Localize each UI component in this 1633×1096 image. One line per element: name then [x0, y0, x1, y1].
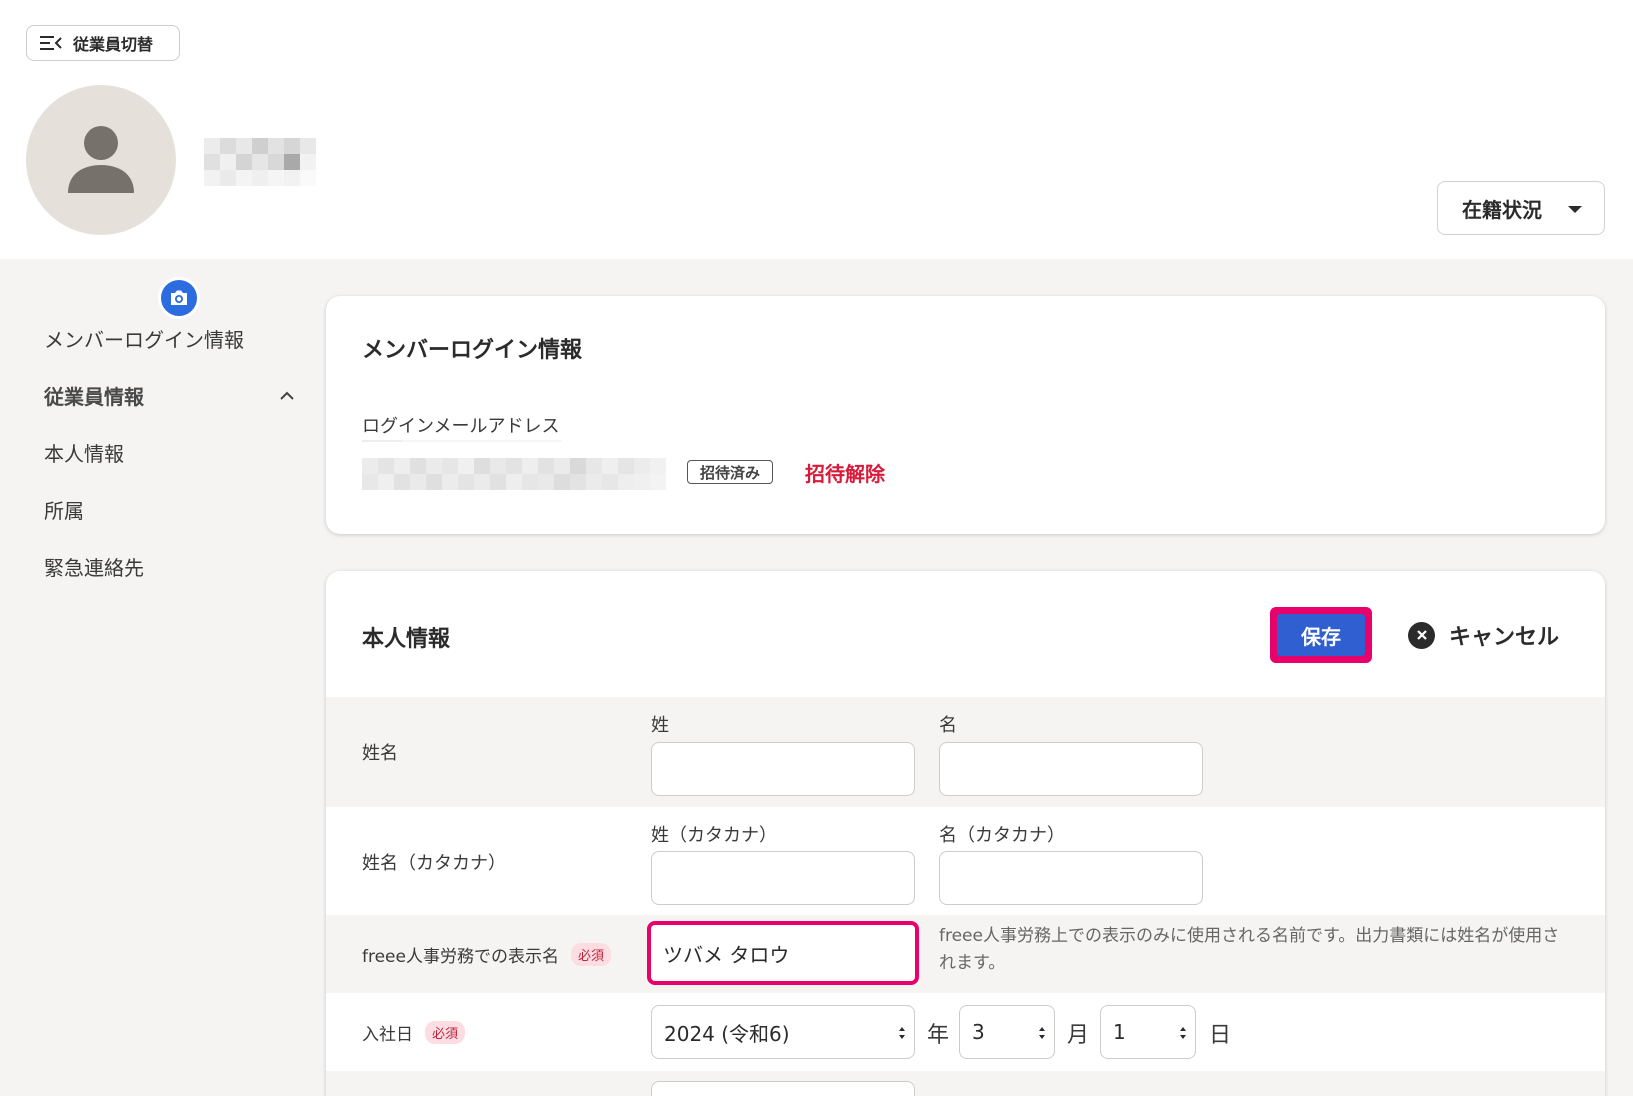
cancel-button[interactable]: キャンセル [1408, 619, 1559, 651]
login-email-label: ログインメールアドレス [362, 416, 560, 437]
sidebar-nav: メンバーログイン情報 従業員情報 本人情報 所属 緊急連絡先 [44, 310, 294, 595]
member-login-card: メンバーログイン情報 ログインメールアドレス 招待済み 招待解除 [326, 296, 1605, 534]
last-name-label: 姓 [651, 715, 669, 736]
employment-status-dropdown[interactable]: 在籍状況 [1437, 181, 1605, 235]
person-icon [68, 126, 134, 193]
cancel-button-label: キャンセル [1449, 625, 1560, 650]
menu-collapse-icon [40, 36, 62, 50]
spinner-arrows-icon [899, 1027, 905, 1039]
login-email-redacted [362, 458, 667, 490]
personal-info-card: 本人情報 保存 キャンセル 姓名 姓 名 姓名（カタカナ） 姓（カタカナ） 名（… [326, 571, 1605, 1096]
hire-date-row: 入社日 必須 2024 (令和6) 年 3 月 1 日 [326, 993, 1605, 1071]
month-unit: 月 [1067, 1023, 1090, 1048]
hire-year-value: 2024 (令和6) [664, 1021, 790, 1046]
employee-switch-label: 従業員切替 [73, 35, 154, 54]
next-field-row [326, 1071, 1605, 1096]
hire-day-select[interactable]: 1 [1100, 1005, 1196, 1059]
first-name-input[interactable] [939, 742, 1203, 796]
close-circle-icon [1408, 621, 1435, 649]
sidebar-item-label: 本人情報 [44, 442, 124, 466]
kana-name-row: 姓名（カタカナ） 姓（カタカナ） 名（カタカナ） [326, 807, 1605, 915]
avatar [26, 85, 200, 319]
hire-day-value: 1 [1113, 1020, 1126, 1044]
label-underline [362, 440, 562, 442]
day-unit: 日 [1209, 1023, 1232, 1048]
last-name-kana-label: 姓（カタカナ） [651, 825, 777, 846]
save-button[interactable]: 保存 [1270, 607, 1372, 663]
sidebar-item-label: メンバーログイン情報 [44, 328, 244, 352]
spinner-arrows-icon [1039, 1027, 1045, 1039]
name-row-label: 姓名 [362, 739, 398, 765]
display-name-label-text: freee人事労務での表示名 [362, 947, 559, 967]
kana-row-label: 姓名（カタカナ） [362, 849, 506, 875]
name-row: 姓名 姓 名 [326, 697, 1605, 807]
sidebar-item-employee-info[interactable]: 従業員情報 [44, 367, 294, 424]
sidebar-item-label: 緊急連絡先 [44, 556, 144, 580]
employment-status-label: 在籍状況 [1462, 197, 1542, 222]
chevron-up-icon [280, 391, 294, 400]
sidebar-item-personal-info[interactable]: 本人情報 [44, 424, 294, 481]
hire-date-row-label: 入社日 必須 [362, 1020, 466, 1045]
first-name-kana-label: 名（カタカナ） [939, 825, 1065, 846]
kana-label-text: 姓名（カタカナ） [362, 853, 506, 874]
required-badge: 必須 [425, 1021, 466, 1044]
caret-down-icon [1568, 206, 1582, 213]
display-name-hint: freee人事労務上での表示のみに使用される名前です。出力書類には姓名が使用され… [939, 926, 1560, 973]
employee-switch-button[interactable]: 従業員切替 [26, 25, 180, 61]
invitation-status-badge: 招待済み [687, 460, 774, 484]
first-name-label: 名 [939, 715, 957, 736]
sidebar-item-affiliation[interactable]: 所属 [44, 481, 294, 538]
name-label-text: 姓名 [362, 743, 398, 764]
member-login-title: メンバーログイン情報 [362, 338, 583, 363]
camera-icon [171, 290, 187, 305]
last-name-input[interactable] [651, 742, 915, 796]
personal-info-title: 本人情報 [362, 627, 451, 652]
first-name-kana-input[interactable] [939, 851, 1203, 905]
required-badge: 必須 [570, 943, 611, 966]
sidebar-item-label: 従業員情報 [44, 385, 144, 409]
hire-year-select[interactable]: 2024 (令和6) [651, 1005, 915, 1059]
employee-name-redacted [204, 138, 316, 188]
spinner-arrows-icon [1180, 1027, 1186, 1039]
display-name-row: freee人事労務での表示名 必須 ツバメ タロウ freee人事労務上での表示… [326, 915, 1605, 993]
cancel-invitation-link[interactable]: 招待解除 [805, 458, 885, 487]
hire-date-label-text: 入社日 [362, 1025, 413, 1045]
last-name-kana-input[interactable] [651, 851, 915, 905]
hire-month-value: 3 [972, 1020, 985, 1044]
sidebar-item-emergency-contact[interactable]: 緊急連絡先 [44, 538, 294, 595]
year-unit: 年 [927, 1023, 950, 1048]
profile-header: 従業員切替 在籍状況 [0, 0, 1633, 319]
next-field-input[interactable] [651, 1081, 915, 1096]
display-name-row-label: freee人事労務での表示名 必須 [362, 942, 611, 967]
hire-month-select[interactable]: 3 [959, 1005, 1055, 1059]
display-name-input[interactable]: ツバメ タロウ [647, 921, 919, 985]
sidebar-item-member-login[interactable]: メンバーログイン情報 [44, 310, 294, 367]
save-button-label: 保存 [1277, 614, 1365, 656]
sidebar-item-label: 所属 [44, 499, 84, 523]
